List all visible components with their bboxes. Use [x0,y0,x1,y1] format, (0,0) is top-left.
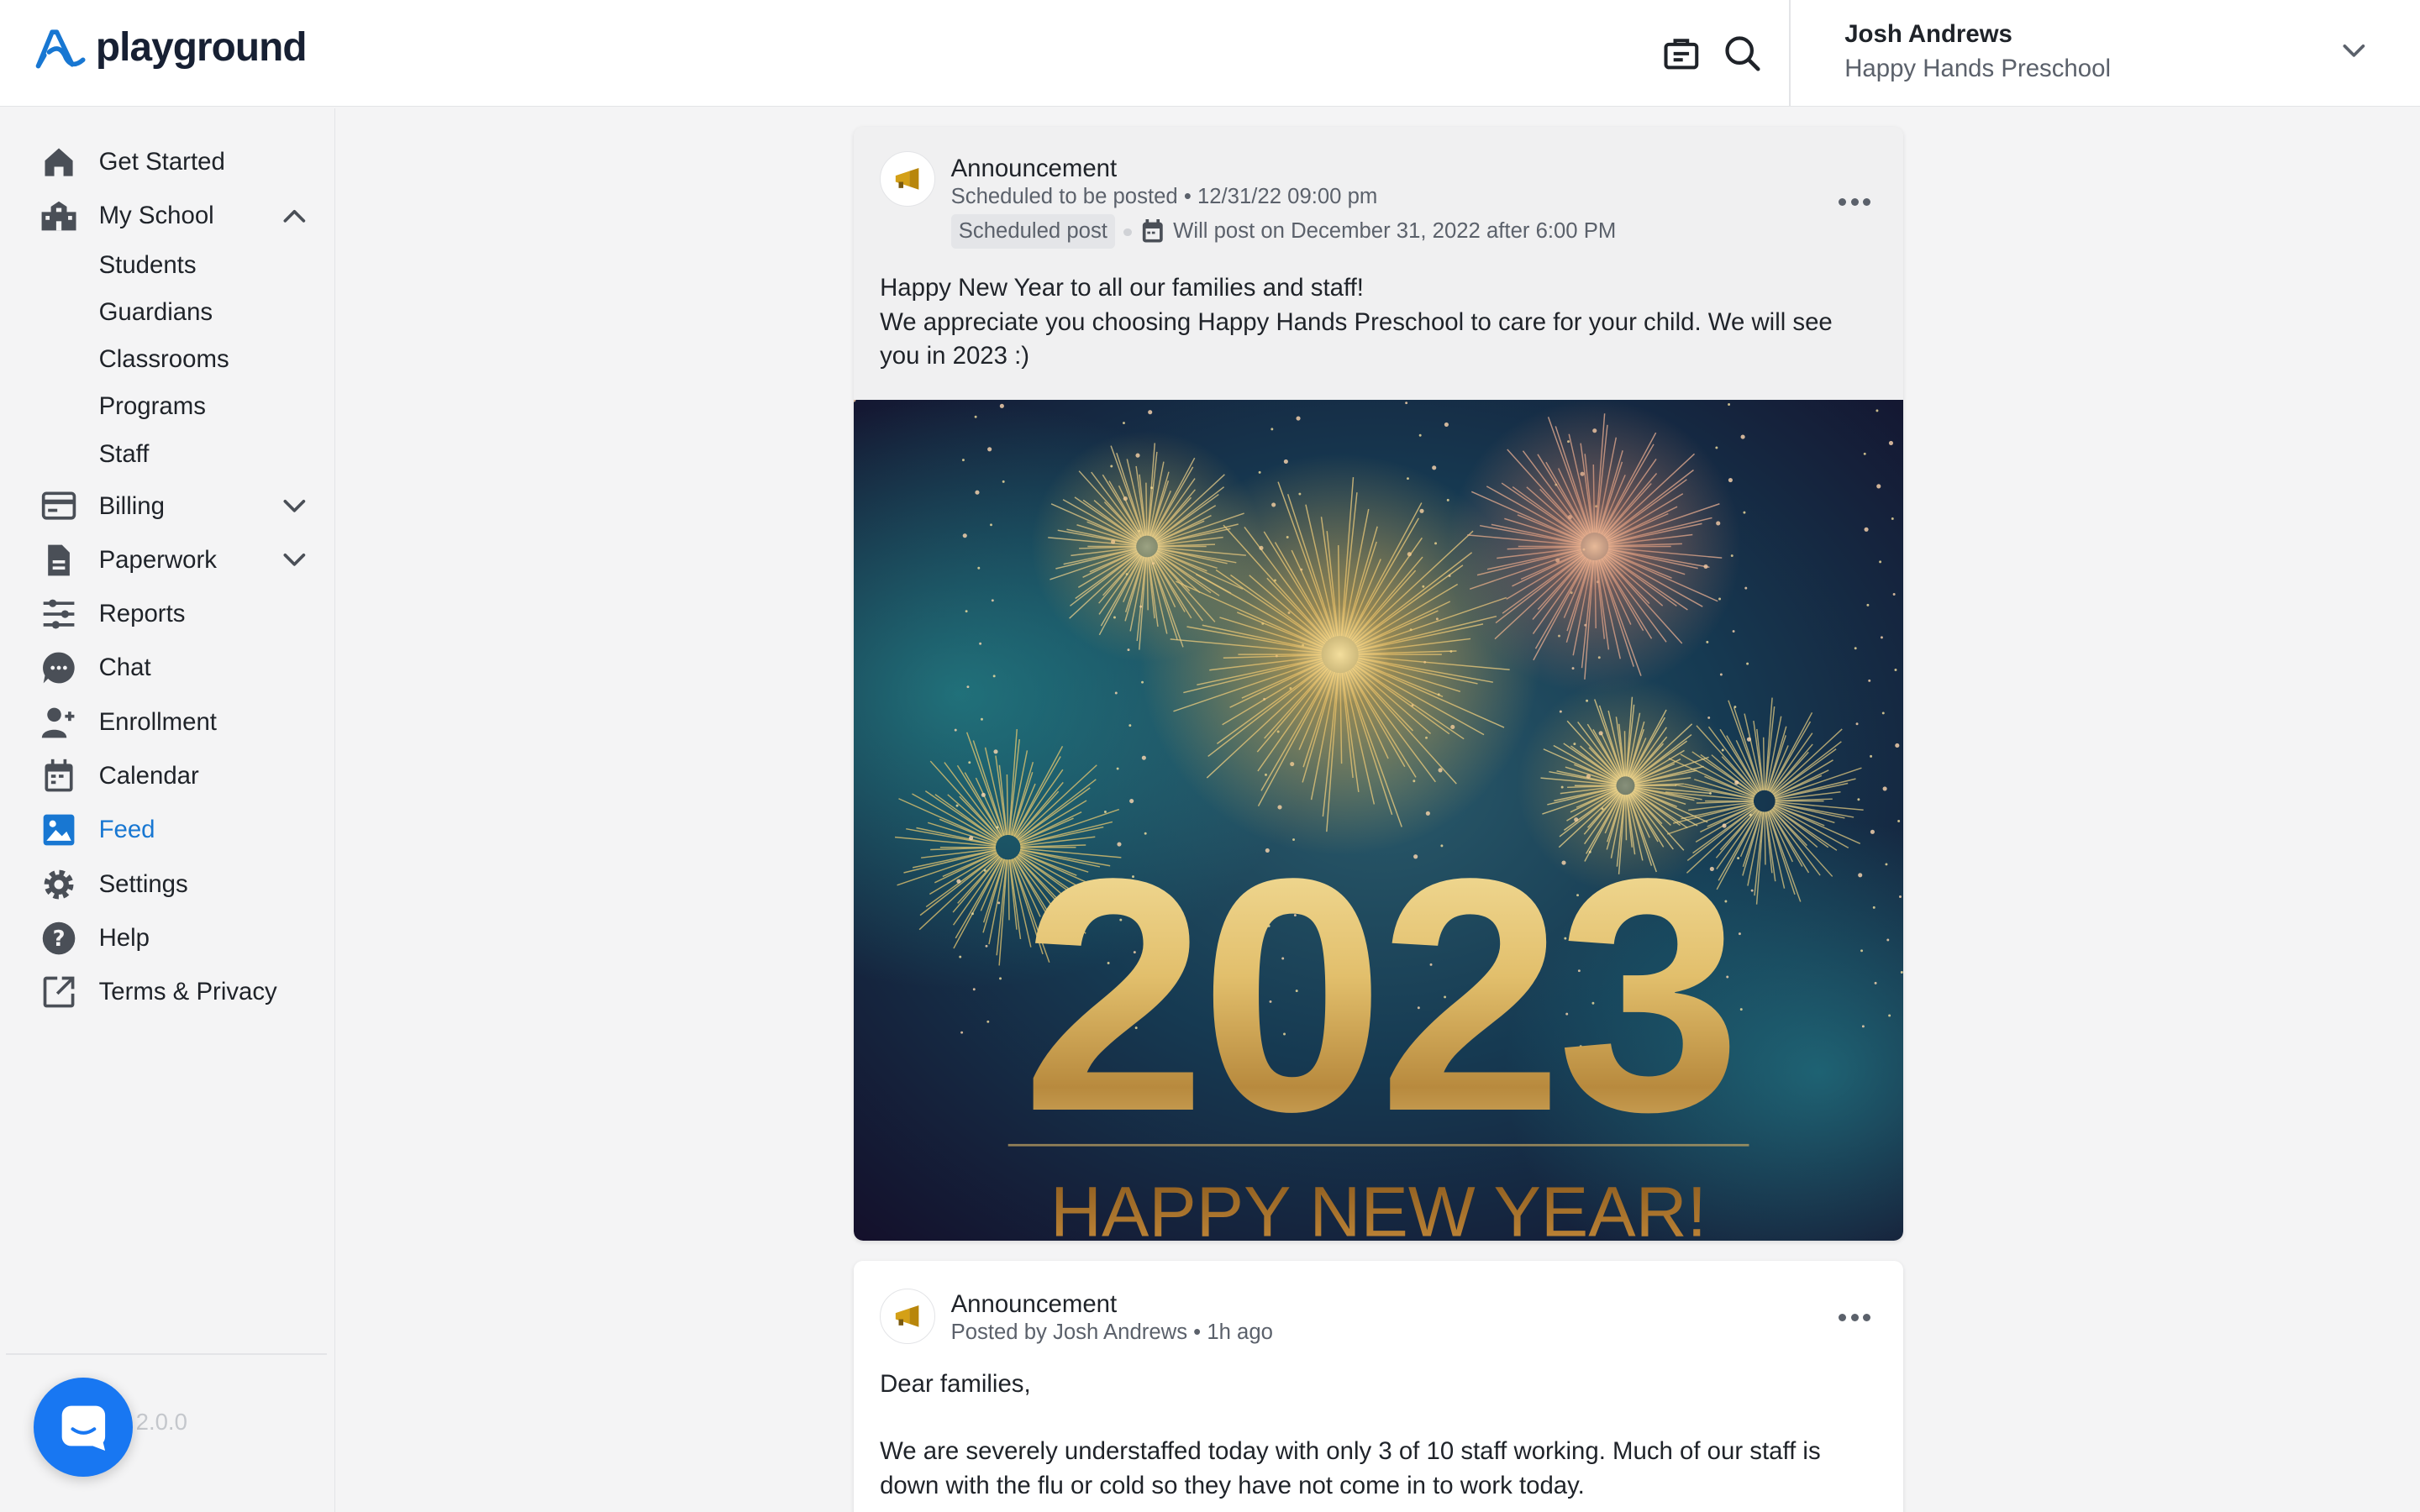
sidebar-item-enrollment[interactable]: Enrollment [0,699,335,745]
post-body-line: Dear families, [880,1369,1031,1398]
post-title: Announcement [950,1289,1118,1318]
sidebar-subitem-classrooms[interactable]: Classrooms [99,345,229,379]
post-body-line: Happy New Year to all our families and s… [880,274,1364,302]
sidebar-item-get-started[interactable]: Get Started [0,139,335,185]
megaphone-icon [880,151,936,207]
sidebar-subitem-staff[interactable]: Staff [99,440,150,474]
app-root: playground Josh Andrews Happy Hands Pres… [0,0,2420,1512]
feed-post-announcement: Announcement Posted by Josh Andrews • 1h… [853,1260,1904,1512]
sidebar-item-label: Billing [98,491,165,520]
sidebar-item-reports[interactable]: Reports [0,591,335,638]
sidebar-item-label: Reports [98,600,186,628]
sidebar-item-terms-privacy[interactable]: Terms & Privacy [0,969,335,1016]
more-options-icon[interactable] [1838,194,1876,209]
post-body-line: We are severely understaffed today with … [880,1437,1821,1499]
more-options-icon[interactable] [1838,1310,1876,1326]
scaled-viewport: playground Josh Andrews Happy Hands Pres… [0,0,2420,1512]
help-icon: ? [40,920,77,957]
external-link-icon [40,974,77,1011]
chevron-down-icon [2343,45,2365,57]
support-chat-button[interactable] [34,1378,133,1477]
fireworks-image: 2023 HAPPY NEW YEAR! [853,399,1904,1241]
sidebar-divider [6,1353,328,1355]
post-body: Happy New Year to all our families and s… [880,271,1868,373]
post-body: Dear families, We are severely understaf… [880,1368,1868,1504]
messenger-icon [61,1405,105,1451]
brand-name: playground [95,25,308,71]
schedule-text: Will post on December 31, 2022 after 6:0… [1173,218,1617,243]
playground-logo[interactable]: playground [34,24,308,71]
svg-text:?: ? [52,927,65,952]
megaphone-icon [880,1288,936,1345]
feed-post-scheduled: Announcement Scheduled to be posted • 12… [853,126,1904,1241]
home-icon [40,144,77,181]
image-caption-text: HAPPY NEW YEAR! [1050,1172,1707,1241]
feed-icon [40,811,77,848]
search-icon[interactable] [1723,34,1763,74]
scheduled-badge: Scheduled post [950,214,1116,249]
top-bar: playground Josh Andrews Happy Hands Pres… [0,0,2420,107]
sidebar-item-settings[interactable]: Settings [0,861,335,907]
calendar-icon [1142,218,1163,243]
sidebar-subitem-students[interactable]: Students [99,251,197,285]
dot-separator [1123,228,1132,237]
gear-icon [40,866,77,903]
app-version: 2.0.0 [135,1409,187,1436]
sidebar-subitem-programs[interactable]: Programs [99,392,206,426]
briefcase-icon[interactable] [1661,34,1702,74]
post-title: Announcement [950,154,1118,182]
sidebar-item-billing[interactable]: Billing [0,483,335,529]
sidebar-item-label: Settings [98,869,188,898]
sidebar-subitem-guardians[interactable]: Guardians [99,298,213,332]
chevron-down-icon [283,554,306,567]
account-name: Josh Andrews [1844,19,2012,48]
reports-icon [40,596,77,633]
post-body-line: We appreciate you choosing Happy Hands P… [880,307,1833,370]
calendar-icon [40,758,77,795]
account-school: Happy Hands Preschool [1844,55,2111,83]
post-meta: Scheduled to be posted • 12/31/22 09:00 … [950,185,1378,209]
sidebar-item-my-school[interactable]: My School [0,193,335,239]
sidebar-item-paperwork[interactable]: Paperwork [0,537,335,583]
sidebar-item-label: Calendar [98,761,199,790]
post-image-fireworks[interactable]: 2023 HAPPY NEW YEAR! [853,399,1904,1241]
sidebar-item-help[interactable]: ? Help [0,915,335,961]
sidebar-item-label: Get Started [98,147,225,176]
chevron-up-icon [283,209,306,223]
sidebar-item-label: Paperwork [98,545,217,574]
post-meta: Posted by Josh Andrews • 1h ago [950,1320,1273,1345]
billing-icon [40,487,77,524]
header-divider [1789,0,1791,107]
image-year-text: 2023 [1022,809,1735,1180]
sidebar: Get Started My School Students Guardians… [0,108,335,1512]
logo-icon [36,29,86,69]
sidebar-item-label: My School [98,202,214,230]
school-icon [40,197,77,234]
sidebar-item-label: Enrollment [98,707,217,736]
sidebar-item-label: Terms & Privacy [98,978,277,1006]
account-switcher[interactable]: Josh Andrews Happy Hands Preschool [1844,20,2370,88]
enrollment-icon [40,704,77,741]
chat-icon [40,649,77,686]
sidebar-item-label: Help [98,923,150,952]
paperwork-icon [40,542,77,579]
chevron-down-icon [283,500,306,512]
sidebar-item-label: Chat [98,654,151,682]
sidebar-item-calendar[interactable]: Calendar [0,753,335,799]
sidebar-item-label: Feed [98,816,155,844]
sidebar-item-feed[interactable]: Feed [0,807,335,853]
sidebar-item-chat[interactable]: Chat [0,645,335,691]
